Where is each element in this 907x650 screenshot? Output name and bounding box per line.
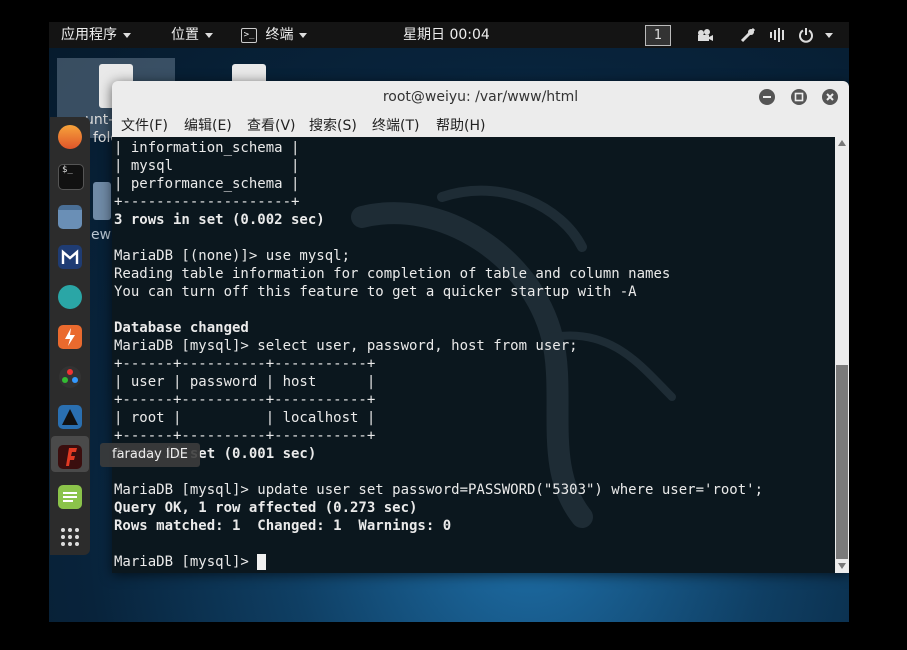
scrollbar-thumb[interactable]: [836, 365, 848, 559]
terminal-window[interactable]: root@weiyu: /var/www/html 文件(F) 编辑(E) 查看…: [112, 81, 849, 573]
places-label: 位置: [171, 27, 199, 43]
scroll-down-icon[interactable]: [838, 563, 846, 569]
menu-edit[interactable]: 编辑(E): [184, 113, 232, 137]
window-title: root@weiyu: /var/www/html: [382, 89, 579, 105]
maximize-button[interactable]: [791, 89, 807, 105]
terminal-icon[interactable]: $_: [58, 164, 84, 190]
terminal-app-label: 终端: [265, 27, 294, 43]
menu-view[interactable]: 查看(V): [247, 113, 296, 137]
terminal-line: 1 row in set (0.001 sec): [114, 446, 317, 462]
terminal-line: | information_schema |: [114, 140, 300, 156]
window-titlebar[interactable]: root@weiyu: /var/www/html: [112, 81, 849, 113]
close-button[interactable]: [822, 89, 838, 105]
terminal-line: +------+----------+-----------+: [114, 428, 376, 444]
terminal-output: | information_schema | | mysql | | perform…: [114, 139, 763, 571]
terminal-line: | root | | localhost |: [114, 410, 376, 426]
terminal-app-icon: >_: [241, 27, 257, 43]
power-icon[interactable]: [798, 27, 814, 43]
metasploit-icon[interactable]: [58, 245, 82, 269]
applications-menu[interactable]: 应用程序: [61, 22, 131, 48]
files-icon[interactable]: [58, 205, 82, 229]
dock-tooltip: faraday IDE: [100, 443, 200, 467]
menu-terminal[interactable]: 终端(T): [372, 113, 419, 137]
top-panel: 应用程序 位置 >_ 终端 星期日 00:04 1: [49, 22, 849, 48]
terminal-line: | mysql |: [114, 158, 300, 174]
terminal-line: Database changed: [114, 320, 249, 336]
firefox-icon[interactable]: [58, 125, 82, 149]
minimize-button[interactable]: [759, 89, 775, 105]
system-menu-chevron-icon[interactable]: [825, 33, 833, 38]
menu-search[interactable]: 搜索(S): [309, 113, 357, 137]
terminal-line: Reading table information for completion…: [114, 266, 671, 282]
leafpad-icon[interactable]: [58, 485, 82, 509]
terminal-line: MariaDB [mysql]> select user, password, …: [114, 338, 578, 354]
video-camera-icon[interactable]: [696, 27, 714, 43]
terminal-line: MariaDB [mysql]> update user set passwor…: [114, 482, 764, 498]
scroll-up-icon[interactable]: [838, 140, 846, 146]
maltego-icon[interactable]: [58, 365, 82, 389]
terminal-cursor: [257, 554, 267, 570]
folder-icon[interactable]: [93, 182, 111, 220]
terminal-line: +------+----------+-----------+: [114, 356, 376, 372]
volume-icon[interactable]: [769, 27, 787, 43]
menu-help[interactable]: 帮助(H): [436, 113, 485, 137]
burpsuite-icon[interactable]: [58, 325, 82, 349]
maximize-icon: [794, 92, 804, 102]
favorites-dock: $_: [50, 117, 90, 555]
terminal-line: MariaDB [(none)]> use mysql;: [114, 248, 351, 264]
terminal-line: Rows matched: 1 Changed: 1 Warnings: 0: [114, 518, 452, 534]
applications-label: 应用程序: [61, 27, 117, 43]
armitage-icon[interactable]: [58, 285, 82, 309]
clock-label: 星期日 00:04: [403, 27, 490, 43]
terminal-scrollbar[interactable]: [835, 137, 849, 573]
close-icon: [826, 93, 834, 101]
network-wired-icon[interactable]: [739, 27, 757, 43]
faraday-icon[interactable]: [58, 445, 82, 469]
minimize-icon: [763, 96, 771, 98]
places-menu[interactable]: 位置: [171, 22, 213, 48]
terminal-console[interactable]: | information_schema | | mysql | | perform…: [112, 137, 835, 573]
terminal-app-menu[interactable]: >_ 终端: [241, 22, 308, 48]
window-menubar: 文件(F) 编辑(E) 查看(V) 搜索(S) 终端(T) 帮助(H): [112, 113, 849, 137]
beef-xss-icon[interactable]: [58, 405, 82, 429]
desktop-screen: unt- fold ew Folder 应用程序 位置 >_ 终端 星期日 00…: [49, 22, 849, 622]
terminal-line: Query OK, 1 row affected (0.273 sec): [114, 500, 418, 516]
chevron-down-icon: [299, 32, 308, 38]
terminal-line: 3 rows in set (0.002 sec): [114, 212, 325, 228]
terminal-line: MariaDB [mysql]>: [114, 553, 763, 571]
menu-file[interactable]: 文件(F): [121, 113, 168, 137]
terminal-line: You can turn off this feature to get a q…: [114, 284, 637, 300]
workspace-indicator[interactable]: 1: [645, 25, 671, 46]
chevron-down-icon: [205, 32, 213, 38]
terminal-line: | performance_schema |: [114, 176, 300, 192]
terminal-line: | user | password | host |: [114, 374, 376, 390]
show-applications-icon[interactable]: [58, 525, 82, 549]
clock[interactable]: 星期日 00:04: [403, 22, 490, 48]
terminal-line: +------+----------+-----------+: [114, 392, 376, 408]
chevron-down-icon: [123, 32, 131, 38]
terminal-line: +--------------------+: [114, 194, 300, 210]
